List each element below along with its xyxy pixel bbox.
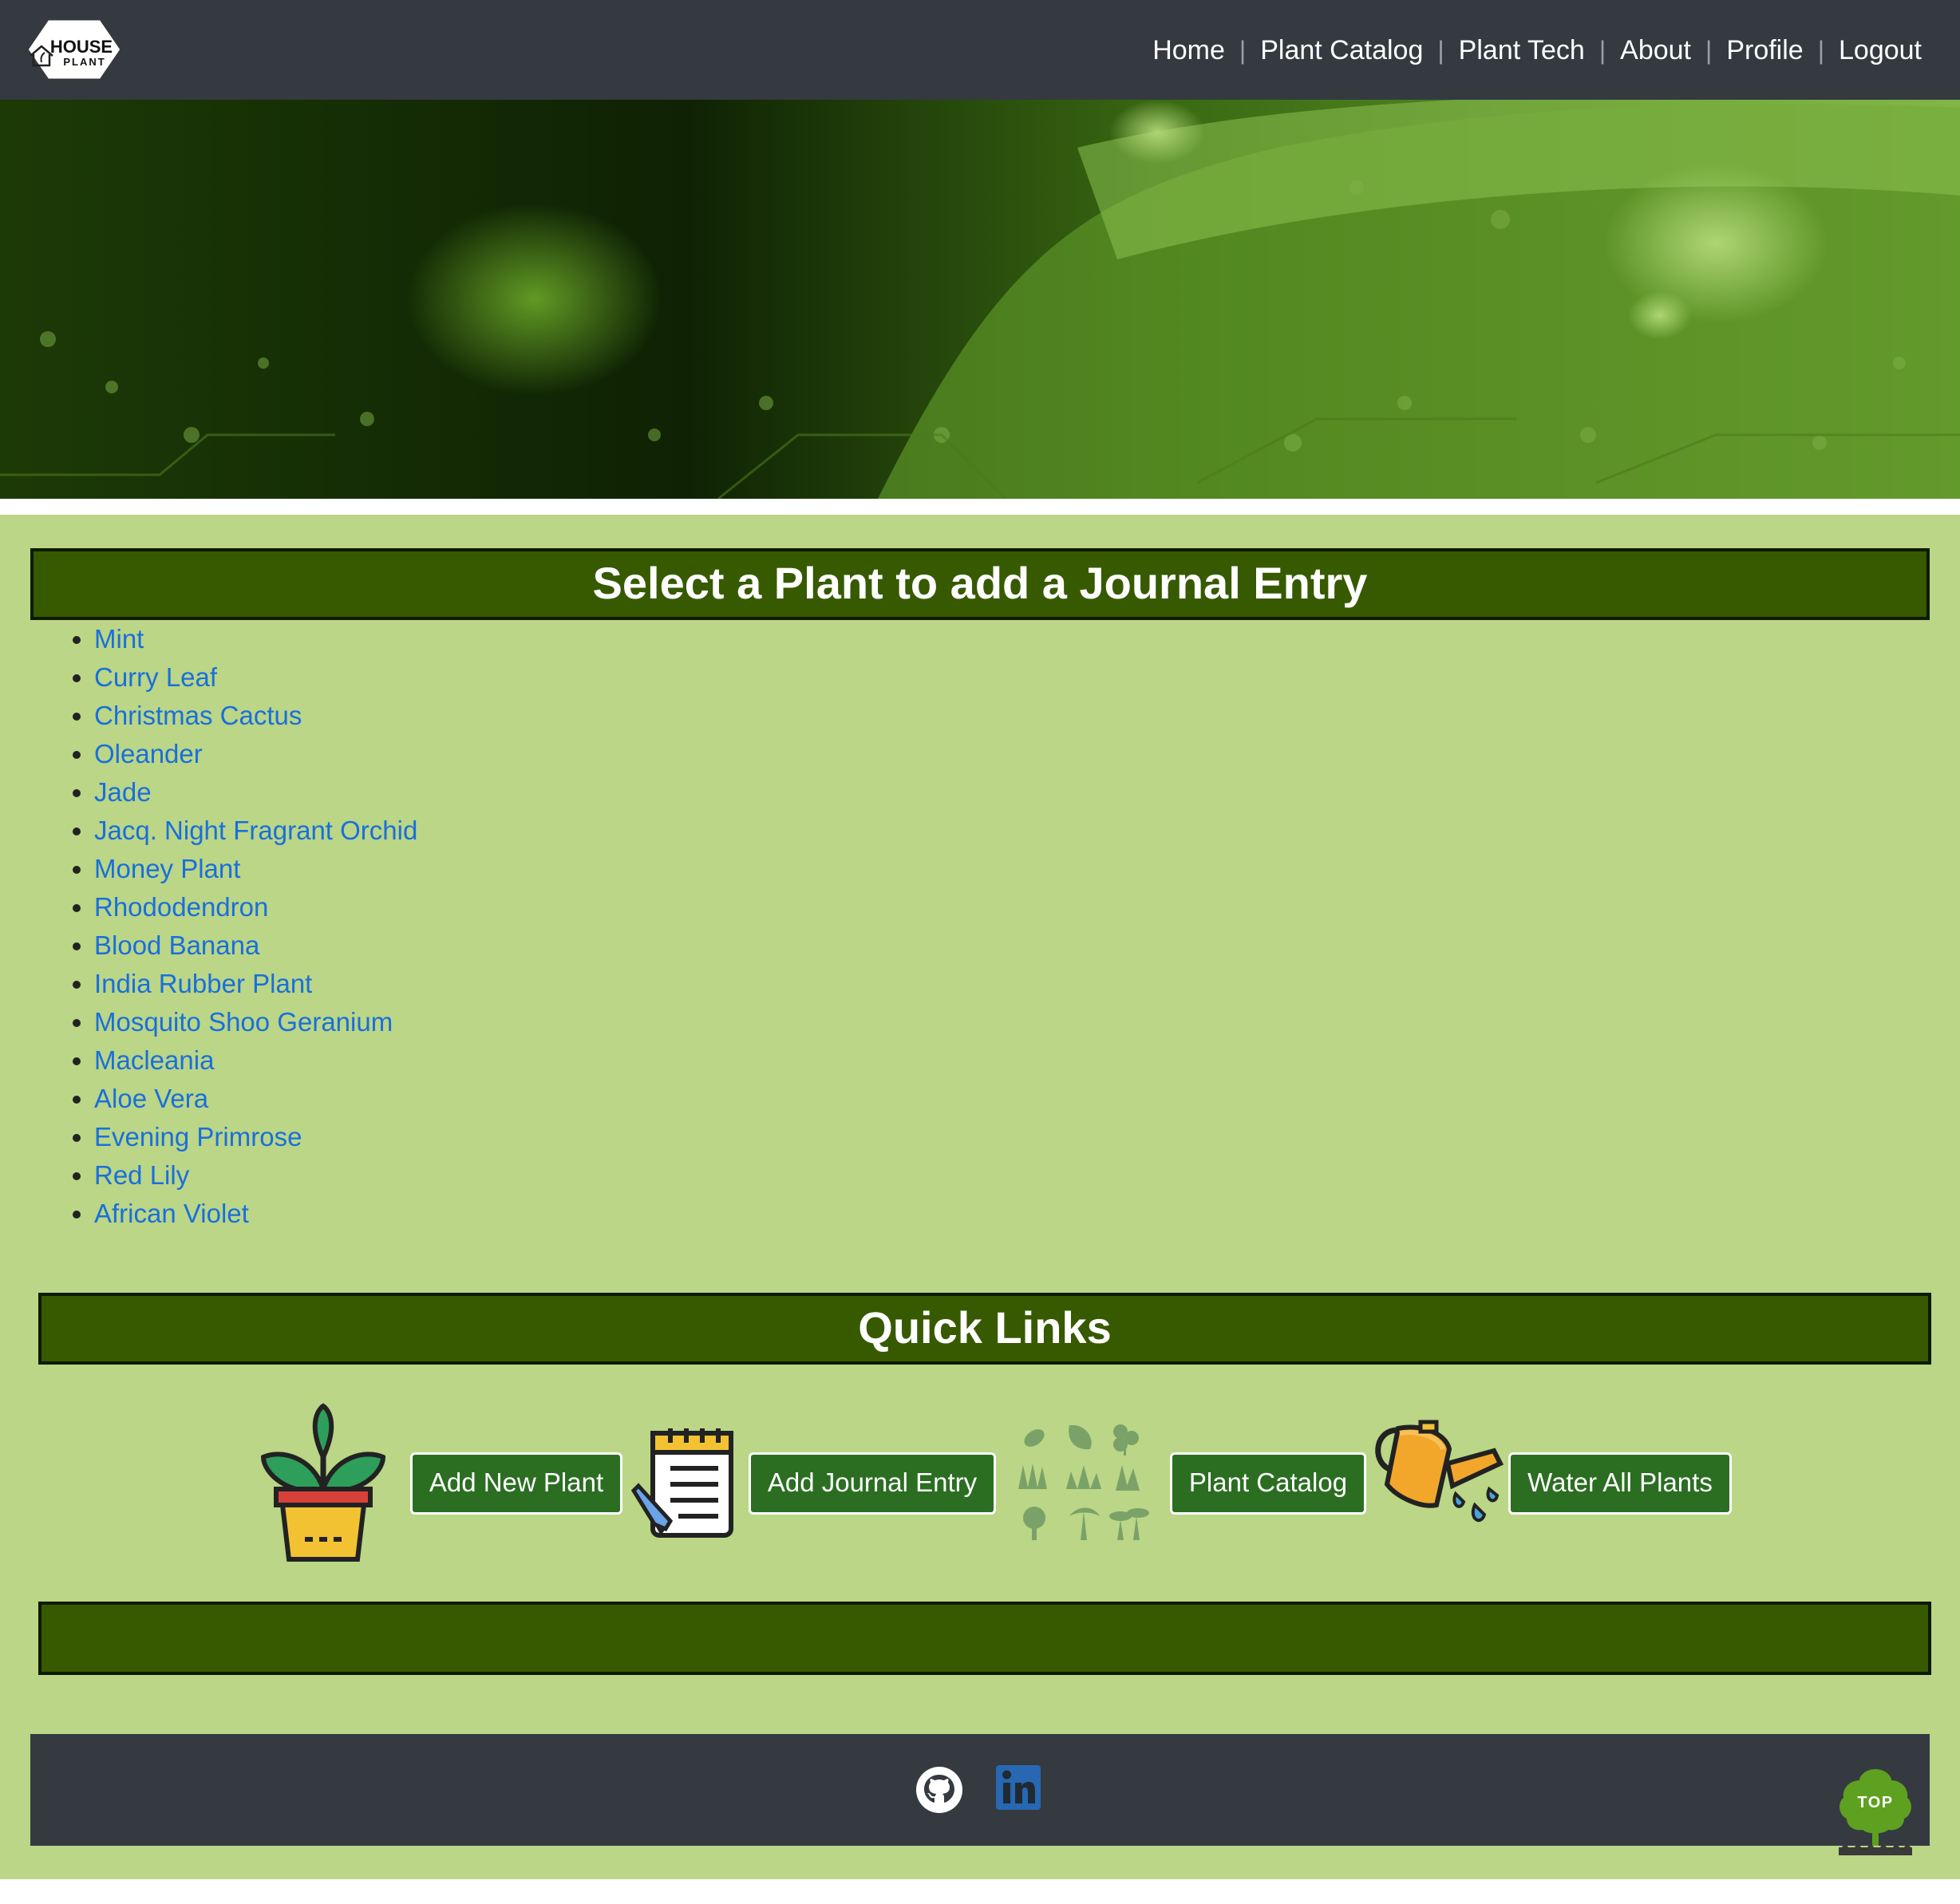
list-item: India Rubber Plant — [94, 965, 417, 1003]
list-item: African Violet — [94, 1195, 417, 1233]
list-item: Jade — [94, 773, 417, 812]
house-plant-logo-icon[interactable]: HOUSE PLANT — [24, 16, 124, 83]
plant-link-mint[interactable]: Mint — [94, 624, 144, 654]
list-item: Rhododendron — [94, 888, 417, 926]
list-item: Oleander — [94, 735, 417, 773]
add-new-plant-button[interactable]: Add New Plant — [410, 1452, 622, 1515]
logo-line2: PLANT — [63, 56, 105, 68]
list-item: Mosquito Shoo Geranium — [94, 1003, 417, 1041]
plant-link-evening-primrose[interactable]: Evening Primrose — [94, 1122, 302, 1151]
water-all-plants-button[interactable]: Water All Plants — [1508, 1452, 1732, 1515]
plant-link-night-fragrant-orchid[interactable]: Jacq. Night Fragrant Orchid — [94, 816, 417, 845]
list-item: Curry Leaf — [94, 658, 417, 697]
nav-menu: Home | Plant Catalog | Plant Tech | Abou… — [1152, 30, 1922, 70]
nav-separator: | — [1705, 35, 1713, 65]
plant-catalog-button[interactable]: Plant Catalog — [1170, 1452, 1366, 1515]
plant-list: Mint Curry Leaf Christmas Cactus Oleande… — [94, 620, 417, 1233]
watering-can-icon[interactable] — [1373, 1417, 1505, 1548]
plant-link-aloe-vera[interactable]: Aloe Vera — [94, 1084, 208, 1113]
potted-plant-icon[interactable] — [257, 1401, 389, 1566]
plant-link-christmas-cactus[interactable]: Christmas Cactus — [94, 701, 302, 730]
plant-link-oleander[interactable]: Oleander — [94, 739, 203, 768]
nav-plant-tech[interactable]: Plant Tech — [1459, 35, 1585, 66]
page-bottom-margin — [0, 1879, 1960, 1904]
plant-link-macleania[interactable]: Macleania — [94, 1045, 214, 1075]
back-to-top-label: TOP — [1857, 1794, 1893, 1811]
notepad-pencil-icon[interactable] — [630, 1425, 739, 1540]
nav-about[interactable]: About — [1620, 35, 1691, 66]
list-item: Evening Primrose — [94, 1118, 417, 1156]
nav-plant-catalog[interactable]: Plant Catalog — [1260, 35, 1423, 66]
list-item: Aloe Vera — [94, 1080, 417, 1118]
journal-heading: Select a Plant to add a Journal Entry — [30, 548, 1930, 620]
list-item: Money Plant — [94, 850, 417, 888]
plant-link-jade[interactable]: Jade — [94, 777, 152, 807]
nav-profile[interactable]: Profile — [1726, 35, 1803, 66]
navbar: HOUSE PLANT Home | Plant Catalog | Plant… — [0, 0, 1960, 100]
plant-link-african-violet[interactable]: African Violet — [94, 1199, 249, 1228]
nav-separator: | — [1817, 35, 1824, 65]
list-item: Red Lily — [94, 1156, 417, 1195]
plant-types-grid-icon[interactable] — [1014, 1417, 1154, 1547]
quick-links-heading: Quick Links — [38, 1293, 1931, 1365]
plant-link-rhododendron[interactable]: Rhododendron — [94, 892, 268, 922]
list-item: Macleania — [94, 1041, 417, 1080]
back-to-top-button[interactable]: TOP — [1837, 1768, 1914, 1857]
add-journal-entry-button[interactable]: Add Journal Entry — [749, 1452, 996, 1515]
nav-separator: | — [1598, 35, 1606, 65]
github-icon[interactable] — [915, 1765, 964, 1815]
plant-link-mosquito-shoo-geranium[interactable]: Mosquito Shoo Geranium — [94, 1007, 393, 1037]
list-item: Christmas Cactus — [94, 697, 417, 735]
plant-link-curry-leaf[interactable]: Curry Leaf — [94, 662, 217, 692]
linkedin-icon[interactable] — [994, 1764, 1042, 1813]
hero-divider — [0, 499, 1960, 515]
plant-link-money-plant[interactable]: Money Plant — [94, 854, 240, 883]
hero-banner — [0, 100, 1960, 499]
nav-home[interactable]: Home — [1152, 35, 1225, 66]
nav-logout[interactable]: Logout — [1839, 35, 1922, 66]
plant-link-red-lily[interactable]: Red Lily — [94, 1160, 189, 1190]
list-item: Jacq. Night Fragrant Orchid — [94, 812, 417, 850]
list-item: Blood Banana — [94, 926, 417, 965]
nav-separator: | — [1437, 35, 1444, 65]
logo-line1: HOUSE — [50, 37, 113, 57]
section-divider-bar — [38, 1602, 1931, 1675]
plant-link-blood-banana[interactable]: Blood Banana — [94, 930, 259, 960]
footer — [30, 1734, 1930, 1846]
list-item: Mint — [94, 620, 417, 658]
plant-link-india-rubber-plant[interactable]: India Rubber Plant — [94, 969, 312, 998]
main-content: Select a Plant to add a Journal Entry Mi… — [0, 515, 1960, 1879]
hero-banner-image — [0, 100, 1960, 499]
nav-separator: | — [1239, 35, 1247, 65]
